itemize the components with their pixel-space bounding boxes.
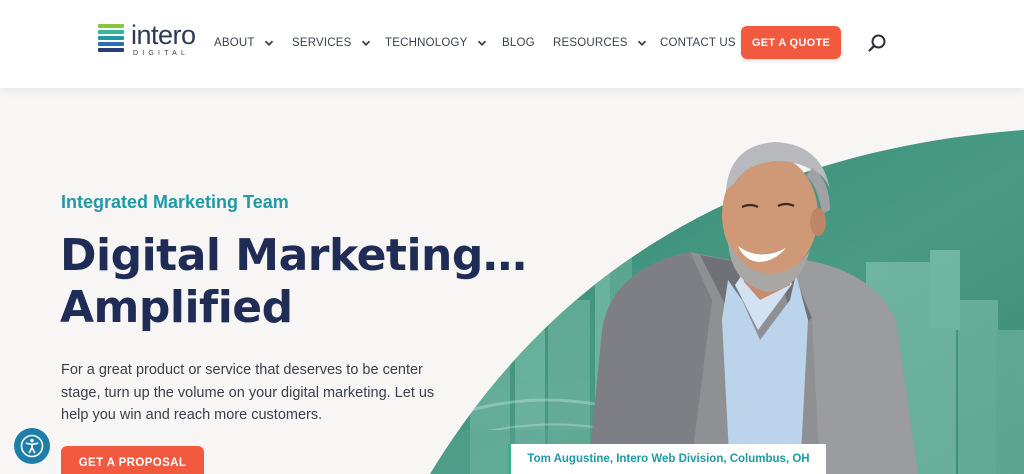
hero-headline-line-2: Amplified <box>60 282 293 333</box>
hero-body-text: For a great product or service that dese… <box>61 362 435 423</box>
nav-label: RESOURCES <box>553 37 628 49</box>
nav-label: CONTACT US <box>660 37 736 49</box>
logo-wordmark: intero <box>131 20 196 50</box>
hero-headline: Digital Marketing… Amplified <box>60 230 580 334</box>
nav-item-resources[interactable]: RESOURCES <box>553 35 648 51</box>
nav-label: ABOUT <box>214 37 255 49</box>
nav-label: SERVICES <box>292 37 352 49</box>
chevron-down-icon <box>360 37 372 49</box>
logo-subtitle: DIGITAL <box>133 50 190 57</box>
hero-eyebrow: Integrated Marketing Team <box>61 192 289 212</box>
photo-caption: Tom Augustine, Intero Web Division, Colu… <box>508 444 826 474</box>
nav-item-services[interactable]: SERVICES <box>292 35 372 51</box>
nav-item-blog[interactable]: BLOG <box>502 35 535 51</box>
chevron-down-icon <box>636 37 648 49</box>
intero-digital-logo[interactable]: intero DIGITAL <box>98 20 208 59</box>
search-icon[interactable] <box>867 33 887 53</box>
get-a-quote-button[interactable]: GET A QUOTE <box>741 26 841 59</box>
site-header: intero DIGITAL ABOUT SERVICES TECHNOLOGY… <box>0 0 1024 88</box>
get-a-proposal-button[interactable]: GET A PROPOSAL <box>61 446 204 474</box>
nav-item-about[interactable]: ABOUT <box>214 35 275 51</box>
chevron-down-icon <box>476 37 488 49</box>
accessibility-icon[interactable] <box>14 428 50 464</box>
chevron-down-icon <box>263 37 275 49</box>
hero-headline-line-1: Digital Marketing… <box>60 230 527 281</box>
nav-label: TECHNOLOGY <box>385 37 468 49</box>
logo-mark-icon <box>98 24 126 54</box>
nav-item-technology[interactable]: TECHNOLOGY <box>385 35 488 51</box>
nav-item-contact-us[interactable]: CONTACT US <box>660 35 736 51</box>
nav-label: BLOG <box>502 37 535 49</box>
